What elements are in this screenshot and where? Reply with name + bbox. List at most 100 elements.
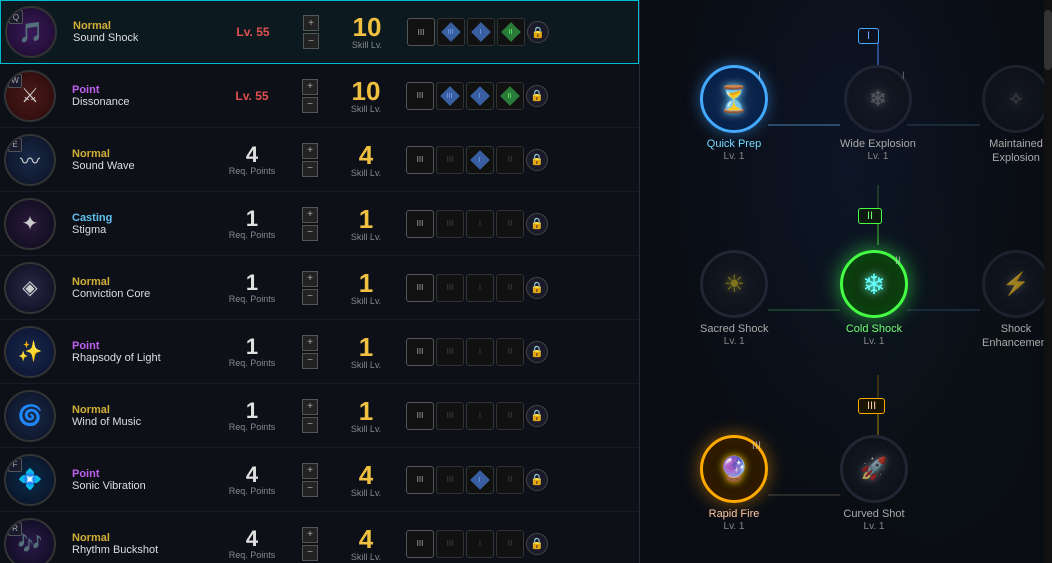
cold-shock-icon: ❄ <box>862 268 885 301</box>
lock-btn-1[interactable]: 🔒 <box>526 85 548 107</box>
rune2-3[interactable]: I <box>466 210 494 238</box>
rune3-2[interactable]: II <box>496 146 524 174</box>
minus-btn-3[interactable]: − <box>302 225 318 241</box>
rune1-5[interactable]: III <box>436 338 464 366</box>
rune3-8[interactable]: II <box>496 530 524 558</box>
rune3-0[interactable]: II <box>497 18 525 46</box>
node-curved-shot[interactable]: 🚀 Curved Shot Lv. 1 <box>840 435 908 532</box>
minus-btn-4[interactable]: − <box>302 289 318 305</box>
plus-btn-8[interactable]: + <box>302 527 318 543</box>
minus-btn-7[interactable]: − <box>302 481 318 497</box>
tier-slot-2[interactable]: III <box>406 146 434 174</box>
node-sacred-shock[interactable]: ☀ Sacred Shock Lv. 1 <box>700 250 768 347</box>
minus-btn-1[interactable]: − <box>302 97 318 113</box>
node-maintained-explosion[interactable]: ✧ Maintained Explosion <box>980 65 1052 166</box>
plus-btn-5[interactable]: + <box>302 335 318 351</box>
rune2-1[interactable]: I <box>466 82 494 110</box>
lock-btn-2[interactable]: 🔒 <box>526 149 548 171</box>
rune2-4[interactable]: I <box>466 274 494 302</box>
runes-5: IIIIIIIII🔒 <box>406 338 635 366</box>
skill-row-stigma[interactable]: ✦ Casting Stigma 1 Req. Points +− 1 Skil… <box>0 192 639 256</box>
minus-btn-5[interactable]: − <box>302 353 318 369</box>
rune2-6[interactable]: I <box>466 402 494 430</box>
lock-btn-8[interactable]: 🔒 <box>526 533 548 555</box>
rune1-7[interactable]: III <box>436 466 464 494</box>
skill-row-rhapsody-of-light[interactable]: ✨ Point Rhapsody of Light 1 Req. Points … <box>0 320 639 384</box>
node-quick-prep[interactable]: ⏳ I Quick Prep Lv. 1 <box>700 65 768 162</box>
plus-btn-7[interactable]: + <box>302 463 318 479</box>
node-cold-shock[interactable]: ❄ II Cold Shock Lv. 1 <box>840 250 908 347</box>
tier-slot-4[interactable]: III <box>406 274 434 302</box>
curved-shot-icon: 🚀 <box>860 456 887 482</box>
tier-slot-8[interactable]: III <box>406 530 434 558</box>
rune2-8[interactable]: I <box>466 530 494 558</box>
skill-info-3: Casting Stigma <box>72 212 202 236</box>
skill-type-5: Point <box>72 340 202 352</box>
node-shock-enhancement[interactable]: ⚡ Shock Enhancement <box>980 250 1052 351</box>
node-rapid-fire-circle: 🔮 III <box>700 435 768 503</box>
lock-btn-6[interactable]: 🔒 <box>526 405 548 427</box>
plus-btn-4[interactable]: + <box>302 271 318 287</box>
lock-btn-5[interactable]: 🔒 <box>526 341 548 363</box>
skill-row-sound-shock[interactable]: 🎵Q Normal Sound Shock Lv. 55 +− 10 Skill… <box>0 0 639 64</box>
rune3-4[interactable]: II <box>496 274 524 302</box>
minus-btn-2[interactable]: − <box>302 161 318 177</box>
node-rapid-fire[interactable]: 🔮 III Rapid Fire Lv. 1 <box>700 435 768 532</box>
rune1-8[interactable]: III <box>436 530 464 558</box>
rune1-3[interactable]: III <box>436 210 464 238</box>
node-sacred-shock-circle: ☀ <box>700 250 768 318</box>
tier-slot-5[interactable]: III <box>406 338 434 366</box>
lock-btn-0[interactable]: 🔒 <box>527 21 549 43</box>
lock-btn-4[interactable]: 🔒 <box>526 277 548 299</box>
minus-btn-0[interactable]: − <box>303 33 319 49</box>
skill-req-2: 4 Req. Points <box>202 144 302 176</box>
rune3-6[interactable]: II <box>496 402 524 430</box>
minus-btn-6[interactable]: − <box>302 417 318 433</box>
rune1-1[interactable]: III <box>436 82 464 110</box>
level-area-2: +− 4 Skill Lv. <box>302 142 406 178</box>
runes-7: IIIIIIIII🔒 <box>406 466 635 494</box>
tier-slot-1[interactable]: III <box>406 82 434 110</box>
skill-row-conviction-core[interactable]: ◈ Normal Conviction Core 1 Req. Points +… <box>0 256 639 320</box>
rune1-0[interactable]: III <box>437 18 465 46</box>
rune1-4[interactable]: III <box>436 274 464 302</box>
plus-btn-2[interactable]: + <box>302 143 318 159</box>
minus-btn-8[interactable]: − <box>302 545 318 561</box>
plus-btn-3[interactable]: + <box>302 207 318 223</box>
lock-btn-3[interactable]: 🔒 <box>526 213 548 235</box>
rune2-5[interactable]: I <box>466 338 494 366</box>
node-wide-explosion[interactable]: ❄ I Wide Explosion Lv. 1 <box>840 65 916 162</box>
skill-row-wind-of-music[interactable]: 🌀 Normal Wind of Music 1 Req. Points +− … <box>0 384 639 448</box>
rune1-6[interactable]: III <box>436 402 464 430</box>
level-val-1: 10 <box>326 78 406 104</box>
tier-slot-3[interactable]: III <box>406 210 434 238</box>
rune2-0[interactable]: I <box>467 18 495 46</box>
skill-row-dissonance[interactable]: ⚔W Point Dissonance Lv. 55 +− 10 Skill L… <box>0 64 639 128</box>
wide-explosion-icon: ❄ <box>869 86 887 112</box>
plus-btn-0[interactable]: + <box>303 15 319 31</box>
rune3-3[interactable]: II <box>496 210 524 238</box>
tier-slot-7[interactable]: III <box>406 466 434 494</box>
rune3-5[interactable]: II <box>496 338 524 366</box>
lock-btn-7[interactable]: 🔒 <box>526 469 548 491</box>
tier-slot-0[interactable]: III <box>407 18 435 46</box>
plus-btn-6[interactable]: + <box>302 399 318 415</box>
tree-scrollbar-thumb[interactable] <box>1044 10 1052 70</box>
plus-btn-1[interactable]: + <box>302 79 318 95</box>
skill-row-sound-wave[interactable]: 〰E Normal Sound Wave 4 Req. Points +− 4 … <box>0 128 639 192</box>
tree-scrollbar[interactable] <box>1044 0 1052 563</box>
rune2-7[interactable]: I <box>466 466 494 494</box>
skill-row-sonic-vibration[interactable]: 💠F Point Sonic Vibration 4 Req. Points +… <box>0 448 639 512</box>
controls-3: +− <box>302 206 318 242</box>
rune3-1[interactable]: II <box>496 82 524 110</box>
skill-row-rhythm-buckshot[interactable]: 🎶R Normal Rhythm Buckshot 4 Req. Points … <box>0 512 639 563</box>
level-area-8: +− 4 Skill Lv. <box>302 526 406 562</box>
controls-8: +− <box>302 526 318 562</box>
rune3-7[interactable]: II <box>496 466 524 494</box>
skill-info-1: Point Dissonance <box>72 84 202 108</box>
rune2-2[interactable]: I <box>466 146 494 174</box>
tier-slot-6[interactable]: III <box>406 402 434 430</box>
key-badge-8: R <box>8 522 22 536</box>
rune1-2[interactable]: III <box>436 146 464 174</box>
skill-type-0: Normal <box>73 20 203 32</box>
